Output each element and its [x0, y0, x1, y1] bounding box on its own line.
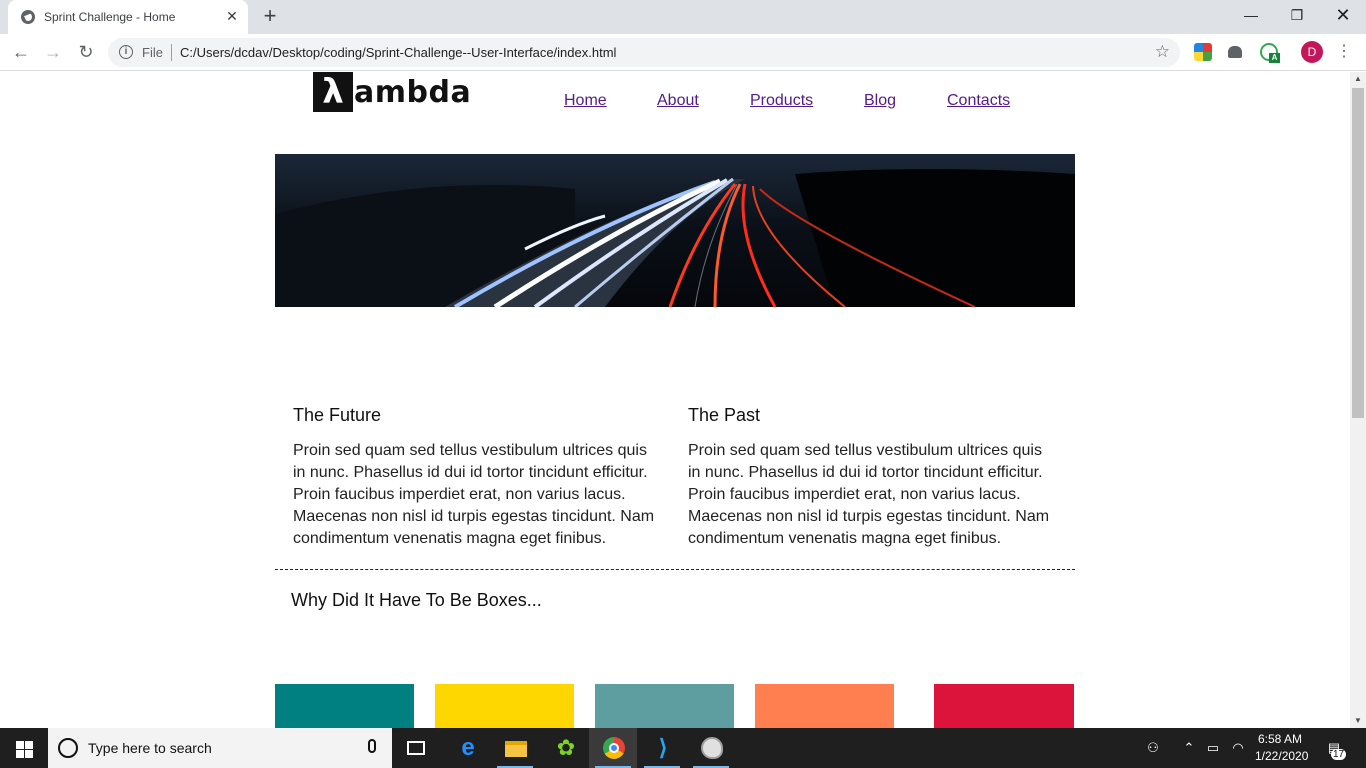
minimize-button[interactable]: —: [1228, 0, 1274, 32]
omnibox-divider: [171, 44, 172, 61]
reload-button[interactable]: ↻: [73, 40, 99, 64]
past-heading: The Past: [688, 405, 761, 425]
boxes-heading: Why Did It Have To Be Boxes...: [291, 590, 542, 610]
profile-avatar[interactable]: D: [1301, 41, 1323, 63]
back-button[interactable]: ←: [8, 40, 34, 64]
taskbar-search-placeholder: Type here to search: [88, 740, 212, 756]
taskbar-icq[interactable]: ✿: [541, 728, 589, 768]
color-box-coral: [755, 684, 894, 728]
taskbar-vscode[interactable]: ⟩: [638, 728, 686, 768]
color-box-gold: [435, 684, 574, 728]
nav-link-about[interactable]: About: [657, 92, 699, 110]
palette-icon: [701, 737, 723, 759]
url-text[interactable]: C:/Users/dcdav/Desktop/coding/Sprint-Cha…: [180, 45, 616, 60]
new-tab-button[interactable]: +: [258, 5, 282, 28]
nav-link-contacts[interactable]: Contacts: [947, 92, 1010, 110]
start-button[interactable]: [0, 728, 48, 768]
future-column: The Future Proin sed quam sed tellus ves…: [293, 404, 663, 550]
taskbar-chrome[interactable]: [589, 728, 637, 768]
task-view-button[interactable]: [392, 728, 440, 768]
future-heading: The Future: [293, 405, 382, 425]
bookmark-star-icon[interactable]: ☆: [1155, 42, 1170, 62]
clock-date[interactable]: 1/22/2020: [1255, 749, 1308, 763]
lambda-logo-text: ambda: [354, 74, 472, 110]
past-text: Proin sed quam sed tellus vestibulum ult…: [688, 442, 1050, 547]
browser-menu-icon[interactable]: ⋮: [1336, 40, 1352, 64]
past-column: The Past Proin sed quam sed tellus vesti…: [688, 404, 1058, 550]
color-box-teal: [275, 684, 414, 728]
cortana-icon: [58, 738, 78, 758]
browser-tab-bar: Sprint Challenge - Home ✕ + — ❐ ✕: [0, 0, 1366, 34]
page-viewport: λ ambda Home About Products Blog Contact…: [0, 72, 1350, 728]
microphone-icon[interactable]: [368, 739, 376, 753]
notification-count: 17: [1331, 749, 1347, 760]
nav-link-products[interactable]: Products: [750, 92, 813, 110]
edge-icon: e: [461, 734, 475, 761]
future-text: Proin sed quam sed tellus vestibulum ult…: [293, 442, 655, 547]
extension-color-icon[interactable]: [1194, 43, 1212, 61]
browser-toolbar: ← → ↻ i File C:/Users/dcdav/Desktop/codi…: [0, 34, 1366, 71]
dashed-divider: [275, 569, 1075, 570]
taskbar-search[interactable]: Type here to search: [48, 728, 392, 768]
chrome-icon-center: [609, 743, 619, 753]
windows-logo-pane: [16, 750, 24, 758]
close-window-button[interactable]: ✕: [1320, 0, 1366, 32]
taskbar-edge[interactable]: e: [443, 728, 491, 768]
hero-image: [275, 154, 1075, 307]
chevron-up-icon[interactable]: ⌃: [1181, 740, 1197, 756]
extension-badge: A: [1269, 53, 1280, 63]
windows-logo-pane: [25, 741, 33, 749]
windows-logo-pane: [25, 750, 33, 758]
color-box-cadet-blue: [595, 684, 734, 728]
battery-icon[interactable]: ▭: [1205, 740, 1221, 756]
maximize-button[interactable]: ❐: [1274, 0, 1320, 32]
folder-icon: [505, 741, 527, 757]
taskbar-file-explorer[interactable]: [491, 728, 539, 768]
taskbar-paint[interactable]: [687, 728, 735, 768]
extension-puzzle-icon[interactable]: [1228, 46, 1242, 58]
nav-link-blog[interactable]: Blog: [864, 92, 896, 110]
lambda-logo-mark: λ: [313, 72, 353, 112]
browser-tab[interactable]: Sprint Challenge - Home ✕: [8, 0, 248, 34]
globe-icon: [21, 10, 35, 24]
clock-time[interactable]: 6:58 AM: [1258, 732, 1302, 746]
nav-link-home[interactable]: Home: [564, 92, 607, 110]
page-scrollbar[interactable]: ▲ ▼: [1350, 72, 1366, 728]
windows-taskbar: Type here to search e ✿ ⟩ ⚇ ⌃ ▭ ◠ 6:58 A…: [0, 728, 1366, 768]
wifi-icon[interactable]: ◠: [1230, 740, 1246, 756]
scroll-down-arrow-icon[interactable]: ▼: [1350, 714, 1366, 728]
scrollbar-thumb[interactable]: [1352, 88, 1364, 418]
people-icon[interactable]: ⚇: [1145, 740, 1161, 756]
address-bar[interactable]: i File C:/Users/dcdav/Desktop/coding/Spr…: [108, 38, 1180, 67]
flower-icon: ✿: [556, 735, 576, 760]
info-icon[interactable]: i: [119, 45, 133, 59]
windows-logo-icon: [16, 741, 24, 749]
forward-button[interactable]: →: [40, 40, 66, 64]
scheme-label: File: [142, 45, 163, 60]
vscode-icon: ⟩: [658, 735, 668, 760]
extension-grammar-icon[interactable]: A: [1260, 43, 1280, 63]
lambda-logo[interactable]: λ ambda: [313, 72, 471, 112]
color-box-crimson: [934, 684, 1074, 728]
task-view-icon: [407, 741, 425, 755]
tab-close-button[interactable]: ✕: [224, 8, 240, 24]
scroll-up-arrow-icon[interactable]: ▲: [1350, 72, 1366, 86]
tab-title: Sprint Challenge - Home: [44, 10, 176, 24]
